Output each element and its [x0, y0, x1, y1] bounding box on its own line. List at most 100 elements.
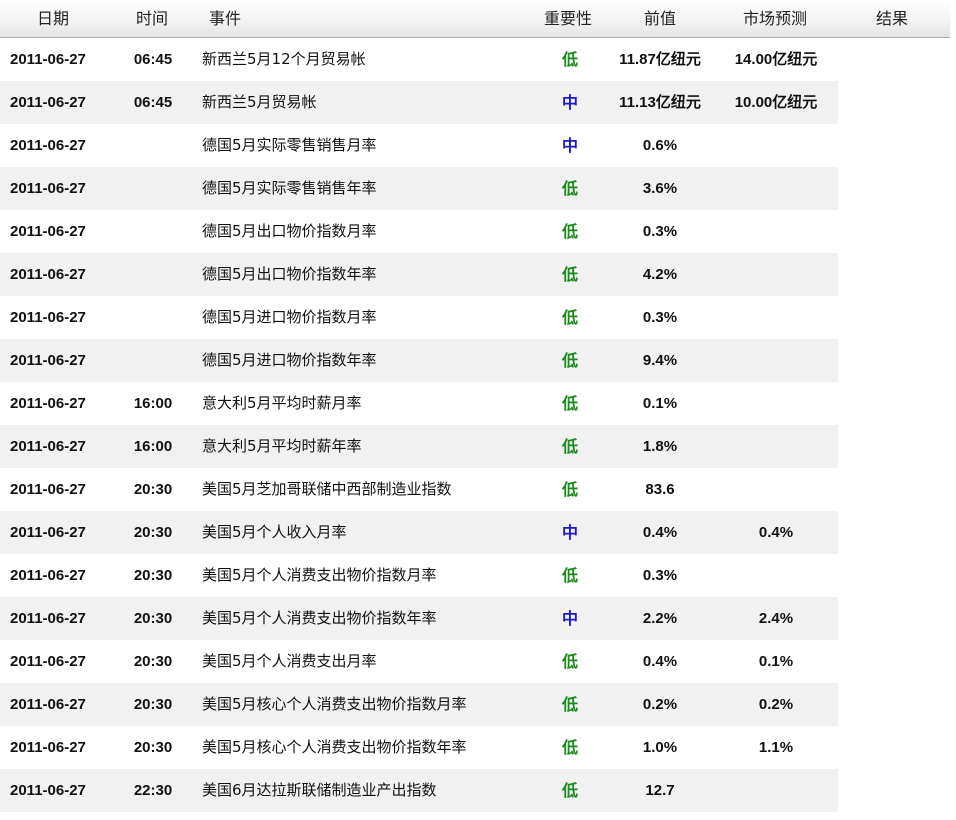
row-importance: 中 [561, 523, 578, 542]
row-forecast: 0.1% [758, 653, 794, 670]
header-importance[interactable]: 重要性 [544, 0, 592, 38]
row-forecast [716, 554, 836, 597]
row-importance: 低 [561, 394, 578, 413]
row-time: 06:45 [133, 94, 173, 111]
row-result [840, 468, 946, 511]
row-date: 2011-06-27 [10, 266, 86, 283]
row-time: 20:30 [133, 696, 173, 713]
row-forecast [716, 339, 836, 382]
row-forecast [716, 468, 836, 511]
row-date: 2011-06-27 [10, 524, 86, 541]
table-row: 2011-06-27 16:00 意大利5月平均时薪年率 低 1.8% [0, 425, 950, 468]
header-result[interactable]: 结果 [876, 0, 908, 38]
row-time [120, 124, 186, 167]
row-date: 2011-06-27 [10, 94, 86, 111]
row-event: 美国5月核心个人消费支出物价指数月率 [202, 695, 467, 713]
row-event: 美国6月达拉斯联储制造业产出指数 [202, 781, 437, 799]
table-row: 2011-06-27 20:30 美国5月个人消费支出物价指数月率 低 0.3% [0, 554, 950, 597]
row-importance: 低 [561, 652, 578, 671]
row-forecast [716, 124, 836, 167]
row-date: 2011-06-27 [10, 782, 86, 799]
table-row: 2011-06-27 德国5月出口物价指数月率 低 0.3% [0, 210, 950, 253]
row-result [840, 167, 946, 210]
row-time [120, 167, 186, 210]
table-row: 2011-06-27 06:45 新西兰5月12个月贸易帐 低 11.87亿纽元 14.0… [0, 38, 950, 81]
row-event: 美国5月个人消费支出物价指数月率 [202, 566, 437, 584]
row-event: 美国5月个人消费支出月率 [202, 652, 377, 670]
row-forecast [716, 253, 836, 296]
row-date: 2011-06-27 [10, 180, 86, 197]
row-result [840, 726, 946, 769]
row-previous: 0.1% [642, 395, 678, 412]
row-forecast: 0.4% [758, 524, 794, 541]
row-result [840, 124, 946, 167]
row-previous: 4.2% [642, 266, 678, 283]
row-time [120, 296, 186, 339]
row-date: 2011-06-27 [10, 309, 86, 326]
row-date: 2011-06-27 [10, 395, 86, 412]
row-importance: 低 [561, 781, 578, 800]
table-row: 2011-06-27 22:30 美国6月达拉斯联储制造业产出指数 低 12.7 [0, 769, 950, 812]
row-result [840, 683, 946, 726]
row-previous: 0.3% [642, 223, 678, 240]
row-time: 16:00 [133, 438, 173, 455]
row-date: 2011-06-27 [10, 223, 86, 240]
table-body: 2011-06-27 06:45 新西兰5月12个月贸易帐低 11.87亿纽元 14.0… [0, 38, 950, 812]
row-importance: 低 [561, 222, 578, 241]
table-row: 2011-06-27 20:30 美国5月个人消费支出月率 低 0.4% 0.1% [0, 640, 950, 683]
row-importance: 低 [561, 308, 578, 327]
row-date: 2011-06-27 [10, 438, 86, 455]
row-importance: 低 [561, 738, 578, 757]
row-importance: 中 [561, 136, 578, 155]
row-date: 2011-06-27 [10, 51, 86, 68]
row-previous: 1.8% [642, 438, 678, 455]
row-event: 美国5月核心个人消费支出物价指数年率 [202, 738, 467, 756]
row-time: 22:30 [133, 782, 173, 799]
row-forecast [716, 382, 836, 425]
row-event: 新西兰5月贸易帐 [202, 93, 317, 111]
table-row: 2011-06-27 06:45 新西兰5月贸易帐 中 11.13亿纽元 10.00亿纽元 [0, 81, 950, 124]
row-importance: 低 [561, 480, 578, 499]
header-forecast[interactable]: 市场预测 [743, 0, 807, 38]
row-importance: 低 [561, 50, 578, 69]
row-previous: 1.0% [642, 739, 678, 756]
row-time [120, 210, 186, 253]
row-forecast: 1.1% [758, 739, 794, 756]
row-previous: 12.7 [645, 782, 675, 799]
row-forecast [716, 167, 836, 210]
row-event: 德国5月出口物价指数年率 [202, 265, 377, 283]
row-result [840, 339, 946, 382]
header-time[interactable]: 时间 [136, 0, 168, 38]
table-row: 2011-06-27 德国5月出口物价指数年率 低 4.2% [0, 253, 950, 296]
row-result [840, 511, 946, 554]
row-time: 06:45 [133, 51, 173, 68]
table-row: 2011-06-27 20:30 美国5月芝加哥联储中西部制造业指数 低 83.6 [0, 468, 950, 511]
row-event: 美国5月个人消费支出物价指数年率 [202, 609, 437, 627]
row-time [120, 253, 186, 296]
row-importance: 中 [561, 93, 578, 112]
row-forecast [716, 769, 836, 812]
row-date: 2011-06-27 [10, 137, 86, 154]
row-importance: 低 [561, 265, 578, 284]
row-event: 德国5月实际零售销售年率 [202, 179, 377, 197]
table-row: 2011-06-27 20:30 美国5月个人收入月率 中 0.4% 0.4% [0, 511, 950, 554]
row-previous: 3.6% [642, 180, 678, 197]
row-event: 德国5月进口物价指数月率 [202, 308, 377, 326]
header-event[interactable]: 事件 [209, 0, 241, 38]
row-importance: 低 [561, 179, 578, 198]
row-date: 2011-06-27 [10, 352, 86, 369]
table-row: 2011-06-27 德国5月进口物价指数月率 低 0.3% [0, 296, 950, 339]
row-time: 20:30 [133, 610, 173, 627]
row-importance: 低 [561, 695, 578, 714]
row-result [840, 382, 946, 425]
row-previous: 0.4% [642, 524, 678, 541]
row-result [840, 597, 946, 640]
header-date[interactable]: 日期 [37, 0, 69, 38]
table-header: 日期 时间 事件 重要性 前值 市场预测 结果 [0, 0, 950, 38]
row-forecast: 14.00亿纽元 [734, 51, 818, 68]
row-event: 意大利5月平均时薪月率 [202, 394, 362, 412]
row-importance: 低 [561, 566, 578, 585]
row-previous: 11.87亿纽元 [619, 51, 701, 68]
header-previous[interactable]: 前值 [644, 0, 676, 38]
row-result [840, 425, 946, 468]
